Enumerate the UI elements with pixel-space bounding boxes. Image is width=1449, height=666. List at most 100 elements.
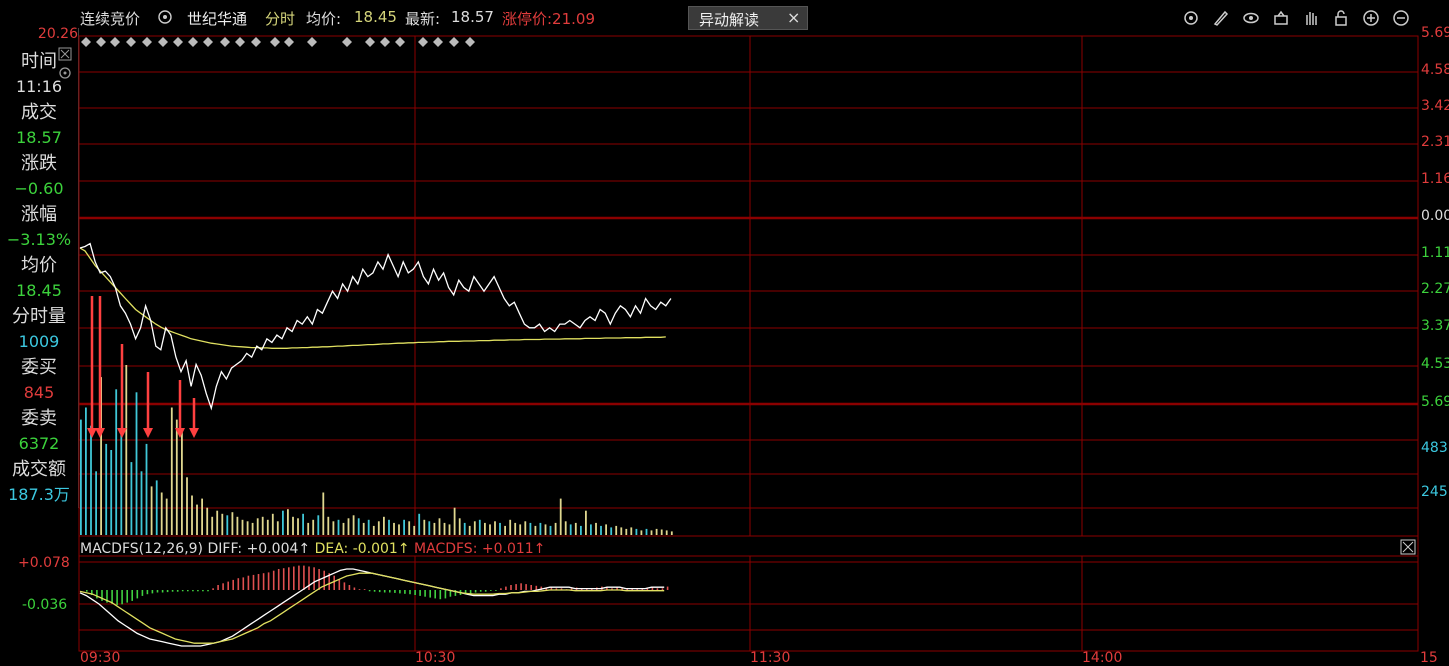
event-marker-icon — [380, 37, 390, 47]
time-axis-label: 11:30 — [750, 650, 791, 666]
volume-bar — [468, 525, 471, 535]
macd-bar — [247, 575, 250, 590]
macd-bar — [227, 581, 229, 590]
volume-bar — [408, 521, 411, 535]
volume-bar — [433, 522, 436, 535]
volume-bar — [282, 510, 284, 535]
volume-bar — [312, 519, 315, 535]
event-marker-icon — [235, 37, 245, 47]
volume-bars — [80, 365, 673, 536]
chart-frame — [78, 35, 1419, 537]
right-axis-label: 3.37 — [1421, 318, 1449, 334]
macd-bar — [479, 590, 482, 592]
macd-bar — [303, 565, 305, 590]
macd-bar — [429, 590, 431, 598]
volume-bar — [226, 515, 229, 535]
macd-bar — [515, 584, 517, 590]
macd-bar — [656, 588, 659, 590]
volume-axis-label: 483 — [1421, 440, 1448, 456]
macd-bar — [176, 590, 179, 592]
macd-bar — [222, 583, 224, 590]
macd-bar — [237, 578, 240, 590]
volume-bar — [95, 471, 97, 536]
event-marker-icon — [284, 37, 294, 47]
volume-bar — [509, 519, 512, 535]
macd-bar — [348, 585, 351, 590]
volume-bar — [635, 528, 638, 535]
event-marker-icon — [270, 37, 280, 47]
volume-bar — [196, 504, 198, 535]
volume-bar — [165, 498, 168, 535]
macd-bar — [171, 590, 174, 592]
volume-bar — [388, 519, 390, 535]
macd-bar — [136, 590, 139, 599]
volume-bar — [181, 428, 183, 536]
event-marker-icon — [81, 37, 91, 47]
macd-bar — [378, 590, 381, 593]
macd-bar — [298, 565, 300, 590]
volume-bar — [160, 492, 163, 535]
macd-bar — [252, 574, 255, 590]
volume-bar — [236, 516, 239, 535]
volume-bar — [140, 471, 143, 536]
diff-line — [79, 568, 665, 647]
arrow-head-icon — [189, 428, 199, 438]
volume-bar — [186, 477, 188, 535]
volume-bar — [484, 522, 486, 535]
volume-bar — [231, 512, 234, 535]
volume-bar — [110, 450, 113, 535]
volume-bar — [544, 524, 547, 535]
volume-bar — [297, 518, 299, 535]
macd-bar — [166, 590, 169, 593]
macd-bar — [267, 572, 270, 590]
macd-bar — [525, 584, 527, 590]
right-axis-label: 1.16 — [1421, 171, 1449, 187]
volume-bar — [276, 521, 279, 535]
arrow-head-icon — [87, 428, 97, 438]
event-marker-icon — [142, 37, 152, 47]
right-axis-label: 2.31 — [1421, 134, 1449, 150]
volume-bar — [317, 515, 320, 535]
event-marker-icon — [173, 37, 183, 47]
volume-bar — [302, 513, 304, 536]
right-axis-label: 1.11 — [1421, 245, 1449, 261]
volume-bar — [458, 518, 461, 535]
volume-bar — [529, 522, 532, 535]
volume-bar — [590, 524, 592, 535]
volume-bar — [115, 389, 118, 535]
volume-bar — [595, 522, 597, 535]
macd-bar — [141, 590, 144, 596]
volume-bar — [438, 518, 441, 535]
volume-bar — [524, 521, 527, 535]
macd-bar — [500, 588, 502, 590]
volume-bar — [519, 524, 522, 535]
volume-bar — [150, 486, 153, 535]
macd-bar — [282, 568, 285, 590]
macd-title[interactable]: MACDFS(12,26,9) — [80, 541, 203, 557]
macd-bar — [212, 588, 214, 590]
volume-bar — [191, 495, 193, 535]
event-marker-icon — [110, 37, 120, 47]
volume-bar — [514, 522, 517, 535]
macd-bar — [121, 590, 123, 605]
macd-bar — [484, 590, 487, 592]
volume-bar — [670, 531, 673, 535]
macd-bar — [439, 590, 442, 600]
macd-bar — [474, 590, 477, 593]
volume-bar — [504, 525, 506, 535]
macd-bar — [383, 590, 386, 593]
macd-bar — [338, 579, 341, 590]
volume-bar — [443, 522, 446, 535]
volume-bar — [362, 522, 365, 535]
volume-bar — [383, 516, 385, 535]
arrow-head-icon — [95, 428, 105, 438]
volume-bar — [640, 530, 643, 535]
volume-bar — [610, 527, 613, 535]
macd-bar — [272, 570, 275, 590]
macd-bar — [409, 590, 411, 595]
macd-bar — [358, 589, 361, 590]
macd-diff: DIFF: +0.004↑ — [207, 541, 311, 557]
close-icon[interactable] — [1400, 539, 1416, 555]
volume-bar — [428, 521, 431, 535]
intraday-chart[interactable] — [0, 0, 1449, 660]
